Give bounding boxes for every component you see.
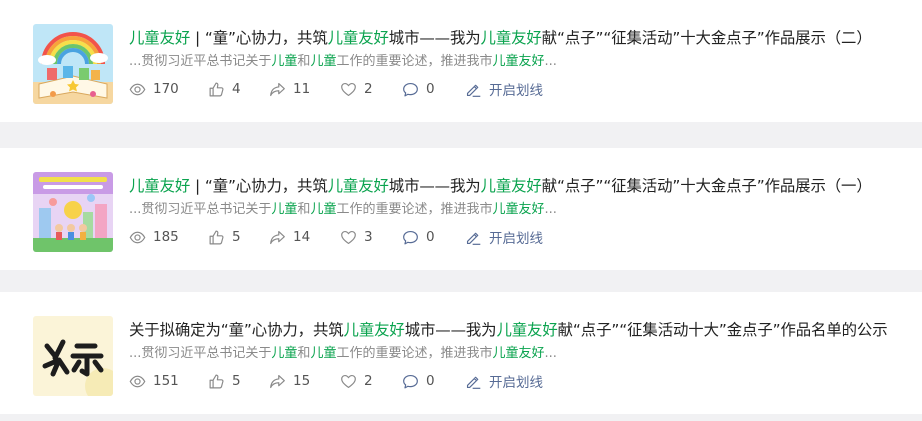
comment-bubble-icon <box>403 374 418 388</box>
comment-bubble-icon <box>403 82 418 96</box>
views-stat: 170 <box>129 78 208 100</box>
article-title[interactable]: 儿童友好 | “童”心协力，共筑儿童友好城市——我为儿童友好献“点子”“征集活动… <box>129 174 916 198</box>
article-summary: ...贯彻习近平总书记关于儿童和儿童工作的重要论述，推进我市儿童友好... <box>129 346 557 361</box>
share-button[interactable]: 11 <box>269 78 340 100</box>
article-thumbnail[interactable] <box>33 24 113 104</box>
gongshi-calligraphy-icon <box>33 316 113 396</box>
share-button[interactable]: 15 <box>269 370 340 392</box>
comment-button[interactable]: 0 <box>402 370 465 392</box>
pencil-icon <box>466 232 481 245</box>
eye-icon <box>129 375 146 387</box>
enable-underline-button[interactable]: 开启划线 <box>465 78 565 100</box>
eye-icon <box>129 231 146 243</box>
article-stats: 185 5 14 3 0 开启划线 <box>129 226 565 248</box>
share-arrow-icon <box>270 374 285 388</box>
thumbs-up-icon <box>209 374 224 388</box>
share-button[interactable]: 14 <box>269 226 340 248</box>
article-list: 儿童友好 | “童”心协力，共筑儿童友好城市——我为儿童友好献“点子”“征集活动… <box>0 0 922 421</box>
article-card[interactable]: 儿童友好 | “童”心协力，共筑儿童友好城市——我为儿童友好献“点子”“征集活动… <box>0 0 922 122</box>
like-button[interactable]: 5 <box>208 226 269 248</box>
article-stats: 170 4 11 2 0 开启划线 <box>129 78 565 100</box>
article-thumbnail[interactable] <box>33 172 113 252</box>
views-stat: 151 <box>129 370 208 392</box>
rainbow-book-icon <box>33 24 113 104</box>
article-stats: 151 5 15 2 0 开启划线 <box>129 370 565 392</box>
enable-underline-button[interactable]: 开启划线 <box>465 370 565 392</box>
comment-button[interactable]: 0 <box>402 78 465 100</box>
favorite-button[interactable]: 3 <box>340 226 402 248</box>
thumbs-up-icon <box>209 230 224 244</box>
comment-bubble-icon <box>403 230 418 244</box>
article-title[interactable]: 关于拟确定为“童”心协力，共筑儿童友好城市——我为儿童友好献“点子”“征集活动十… <box>129 318 916 342</box>
article-summary: ...贯彻习近平总书记关于儿童和儿童工作的重要论述，推进我市儿童友好... <box>129 54 557 69</box>
heart-icon <box>341 230 356 244</box>
comment-button[interactable]: 0 <box>402 226 465 248</box>
thumbs-up-icon <box>209 82 224 96</box>
like-button[interactable]: 5 <box>208 370 269 392</box>
article-summary: ...贯彻习近平总书记关于儿童和儿童工作的重要论述，推进我市儿童友好... <box>129 202 557 217</box>
pencil-icon <box>466 84 481 97</box>
eye-icon <box>129 83 146 95</box>
pencil-icon <box>466 376 481 389</box>
favorite-button[interactable]: 2 <box>340 370 402 392</box>
share-arrow-icon <box>270 82 285 96</box>
heart-icon <box>341 374 356 388</box>
heart-icon <box>341 82 356 96</box>
article-title[interactable]: 儿童友好 | “童”心协力，共筑儿童友好城市——我为儿童友好献“点子”“征集活动… <box>129 26 916 50</box>
article-thumbnail[interactable] <box>33 316 113 396</box>
share-arrow-icon <box>270 230 285 244</box>
favorite-button[interactable]: 2 <box>340 78 402 100</box>
children-city-icon <box>33 172 113 252</box>
views-stat: 185 <box>129 226 208 248</box>
article-card[interactable]: 儿童友好 | “童”心协力，共筑儿童友好城市——我为儿童友好献“点子”“征集活动… <box>0 148 922 270</box>
article-card[interactable]: 关于拟确定为“童”心协力，共筑儿童友好城市——我为儿童友好献“点子”“征集活动十… <box>0 292 922 414</box>
like-button[interactable]: 4 <box>208 78 269 100</box>
enable-underline-button[interactable]: 开启划线 <box>465 226 565 248</box>
